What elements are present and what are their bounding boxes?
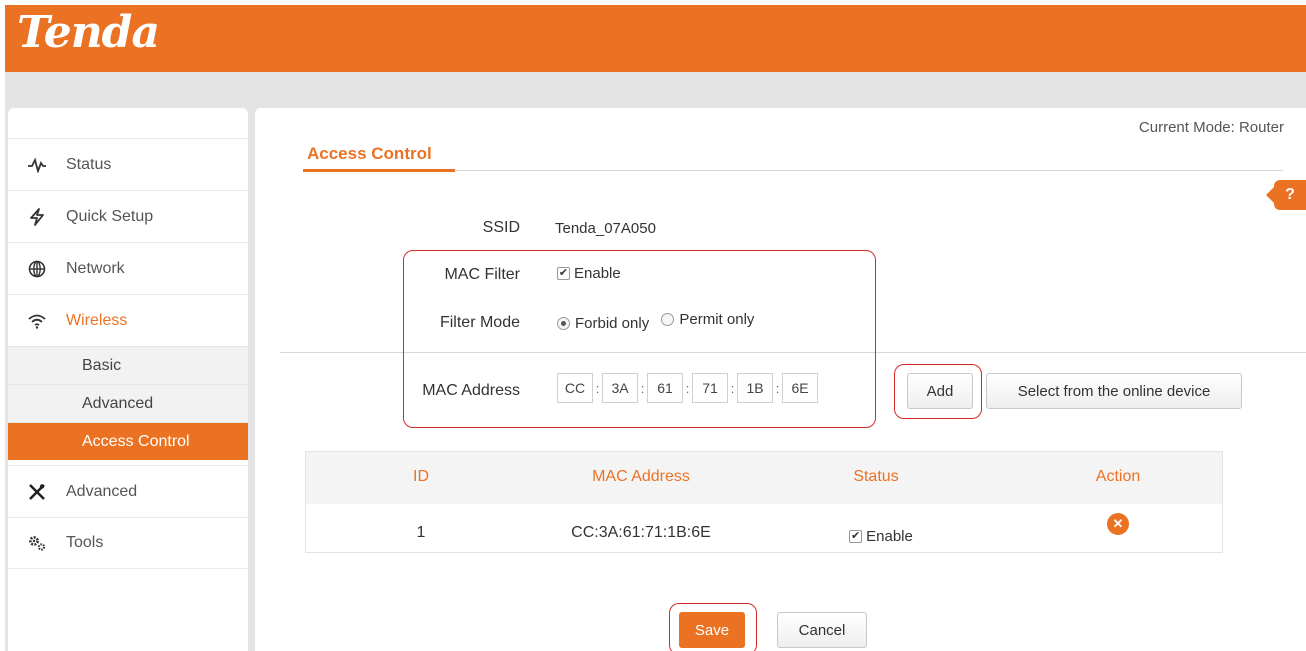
sidebar-item-network[interactable]: Network (8, 242, 248, 294)
cell-mac: CC:3A:61:71:1B:6E (571, 524, 711, 541)
lightning-icon (24, 207, 50, 226)
tools-icon (24, 483, 50, 501)
title-underline (303, 169, 455, 172)
row-enable-checkbox[interactable]: ✔ (849, 530, 863, 543)
sidebar: Status Quick Setup Network Wireless Basi… (8, 108, 248, 651)
sidebar-item-status[interactable]: Status (8, 138, 248, 190)
sidebar-item-label: Tools (66, 534, 104, 551)
cancel-button[interactable]: Cancel (777, 612, 867, 648)
main-panel: Current Mode: Router Access Control ? SS… (255, 108, 1306, 651)
highlight-filter-settings (403, 250, 876, 428)
mac-filter-table: ID MAC Address Status Action 1 CC:3A:61:… (305, 451, 1223, 553)
help-button[interactable]: ? (1266, 180, 1306, 210)
highlight-add-button (894, 364, 982, 419)
ssid-value: Tenda_07A050 (555, 220, 656, 237)
sidebar-item-advanced[interactable]: Advanced (8, 465, 248, 517)
sidebar-subitem-advanced[interactable]: Advanced (8, 384, 248, 422)
sidebar-subitem-basic[interactable]: Basic (8, 346, 248, 384)
highlight-save-button (669, 603, 757, 651)
globe-icon (24, 260, 50, 278)
current-mode-text: Current Mode: Router (1138, 119, 1284, 136)
gears-icon (24, 534, 50, 552)
sidebar-item-wireless[interactable]: Wireless (8, 294, 248, 346)
select-online-device-button[interactable]: Select from the online device (986, 373, 1242, 409)
sidebar-item-label: Network (66, 259, 125, 277)
pulse-icon (24, 156, 50, 173)
cell-id: 1 (416, 524, 426, 541)
ssid-label: SSID (482, 219, 520, 236)
sidebar-item-label: Quick Setup (66, 207, 154, 225)
sidebar-item-label: Wireless (66, 311, 128, 329)
header-bar: Tenda (5, 5, 1306, 72)
cell-status: ✔ Enable (849, 528, 913, 545)
page-title: Access Control (307, 144, 432, 163)
sidebar-item-tools[interactable]: Tools (8, 517, 248, 569)
delete-row-button[interactable]: ✕ (1107, 513, 1129, 535)
wifi-icon (24, 313, 50, 329)
tenda-logo: Tenda (17, 7, 160, 58)
sidebar-item-quick-setup[interactable]: Quick Setup (8, 190, 248, 242)
column-header-id: ID (413, 468, 429, 485)
column-header-action: Action (1095, 468, 1141, 485)
sidebar-item-label: Status (66, 155, 112, 173)
column-header-status: Status (853, 468, 899, 485)
sidebar-item-label: Advanced (66, 482, 138, 500)
column-header-mac: MAC Address (592, 468, 690, 485)
sidebar-subitem-access-control[interactable]: Access Control (8, 422, 248, 460)
